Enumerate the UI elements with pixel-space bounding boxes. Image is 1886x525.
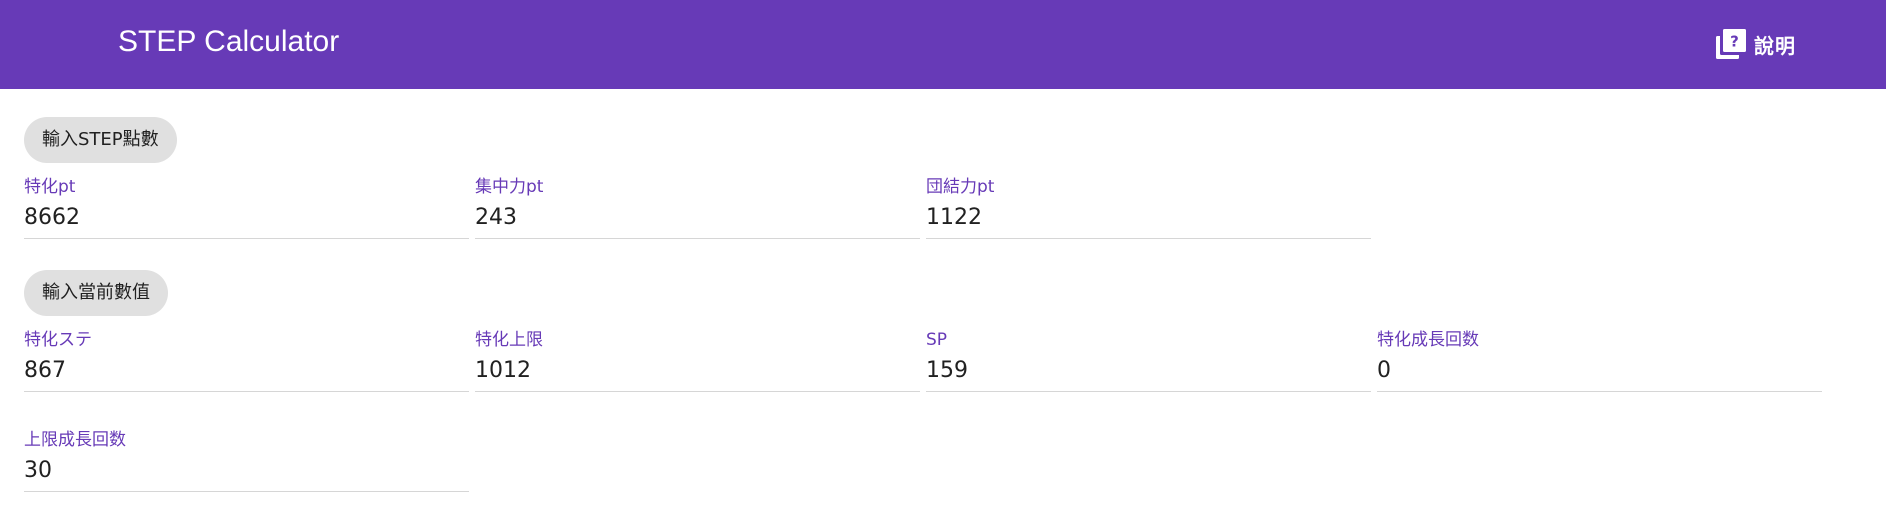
- sp-input[interactable]: [926, 354, 1371, 386]
- app-bar: STEP Calculator ? 說明: [0, 0, 1886, 89]
- field-label: 特化ステ: [24, 330, 92, 350]
- field-underline: [24, 391, 469, 392]
- tokka-stat-input[interactable]: [24, 354, 469, 386]
- field-underline: [475, 391, 920, 392]
- app-title: STEP Calculator: [118, 25, 340, 58]
- danketsuryoku-pt-input[interactable]: [926, 201, 1371, 233]
- tokka-limit-input[interactable]: [475, 354, 920, 386]
- field-tokka-stat: 特化ステ: [24, 329, 469, 393]
- field-underline: [24, 491, 469, 492]
- field-shuchuryoku-pt: 集中力pt: [475, 176, 920, 240]
- tokka-growth-count-input[interactable]: [1377, 354, 1822, 386]
- help-button[interactable]: ? 說明: [1712, 25, 1804, 63]
- field-sp: SP: [926, 329, 1371, 393]
- field-label: 集中力pt: [475, 177, 544, 197]
- field-label: 特化上限: [475, 330, 543, 350]
- field-underline: [926, 391, 1371, 392]
- field-tokka-limit: 特化上限: [475, 329, 920, 393]
- field-label: 団結力pt: [926, 177, 995, 197]
- field-tokka-pt: 特化pt: [24, 176, 469, 240]
- help-label: 說明: [1754, 33, 1796, 58]
- help-icon-glyph: ?: [1730, 33, 1739, 51]
- field-limit-growth-count: 上限成長回数: [24, 429, 469, 493]
- section-chip-current-values: 輸入當前數值: [24, 270, 168, 316]
- shuchuryoku-pt-input[interactable]: [475, 201, 920, 233]
- field-underline: [24, 238, 469, 239]
- field-danketsuryoku-pt: 団結力pt: [926, 176, 1371, 240]
- field-label: SP: [926, 330, 948, 350]
- field-underline: [926, 238, 1371, 239]
- field-tokka-growth-count: 特化成長回数: [1377, 329, 1822, 393]
- section-chip-step-points: 輸入STEP點數: [24, 117, 177, 163]
- field-label: 特化pt: [24, 177, 76, 197]
- limit-growth-count-input[interactable]: [24, 454, 469, 486]
- field-underline: [475, 238, 920, 239]
- field-label: 特化成長回数: [1377, 330, 1479, 350]
- help-book-icon: ?: [1716, 29, 1746, 59]
- field-underline: [1377, 391, 1822, 392]
- field-label: 上限成長回数: [24, 430, 126, 450]
- tokka-pt-input[interactable]: [24, 201, 469, 233]
